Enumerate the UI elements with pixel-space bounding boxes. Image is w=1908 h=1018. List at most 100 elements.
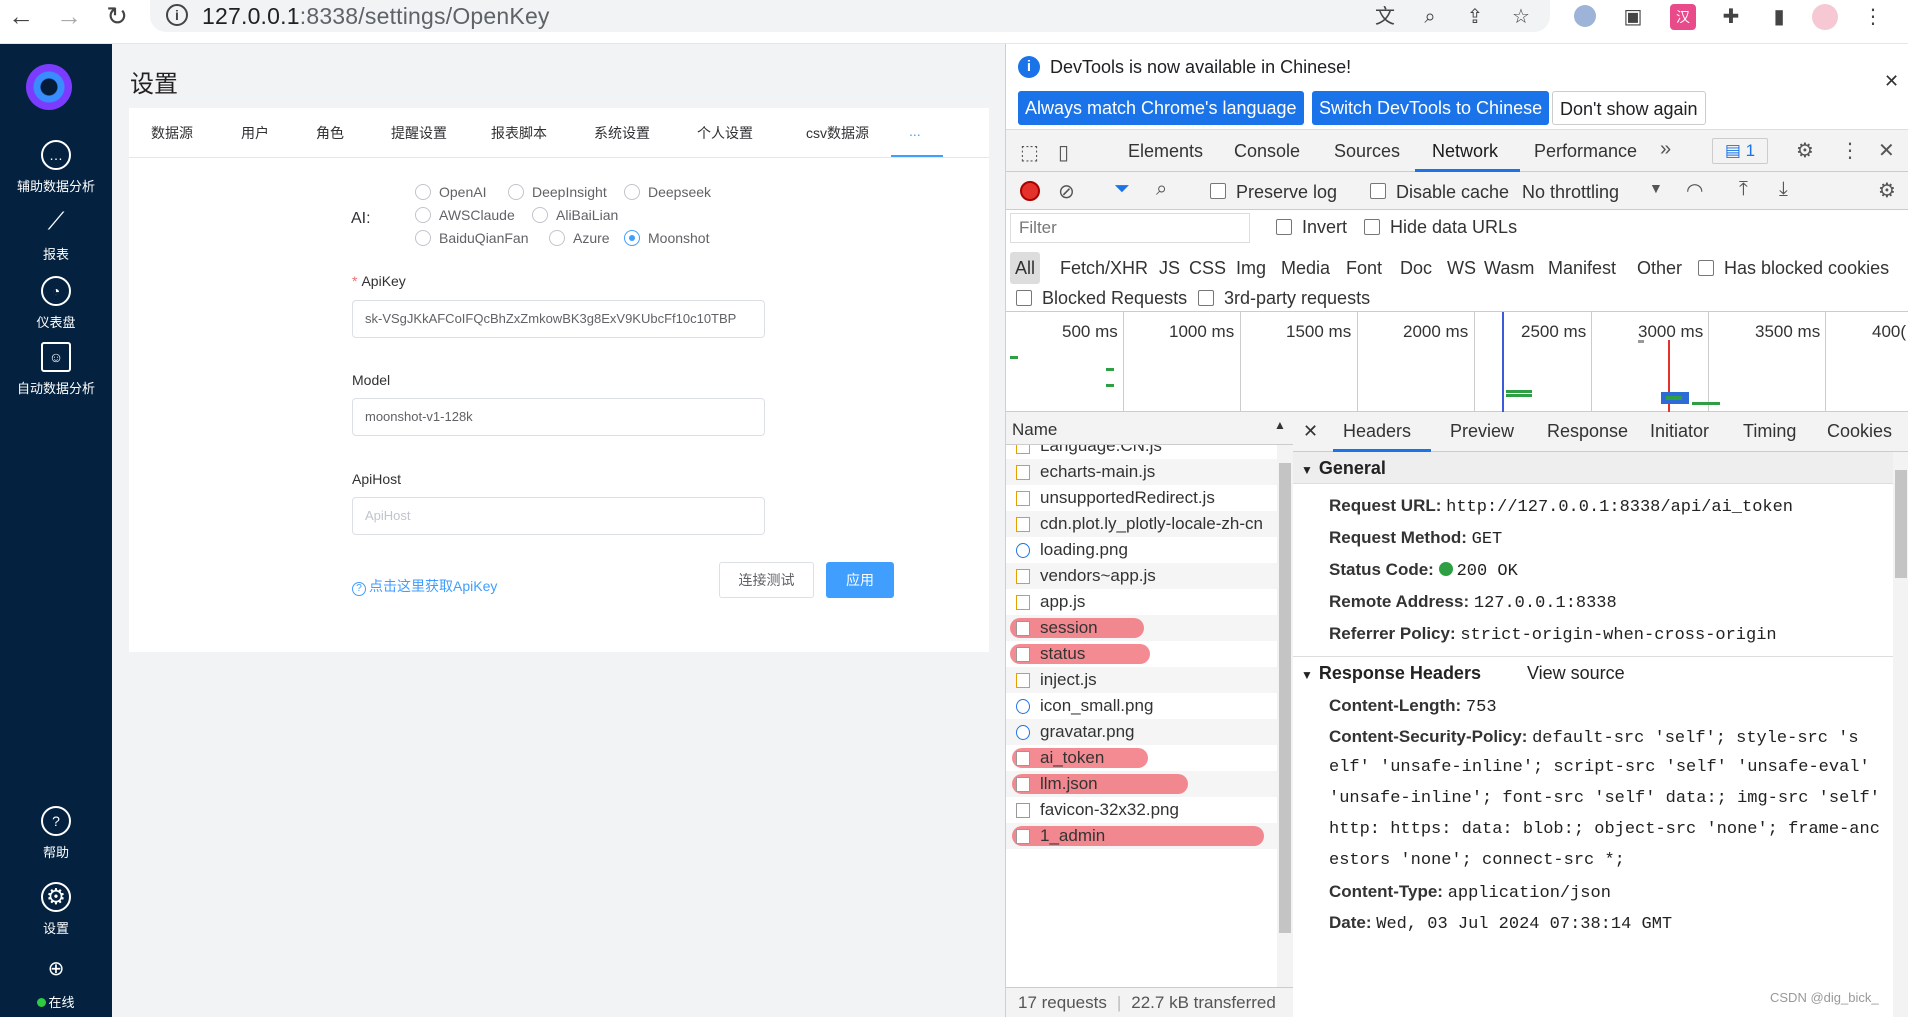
table-row[interactable]: ai_token bbox=[1006, 745, 1277, 771]
type-filter-img[interactable]: Img bbox=[1236, 258, 1266, 279]
get-apikey-link[interactable]: ? 点击这里获取ApiKey bbox=[352, 576, 497, 596]
type-filter-wasm[interactable]: Wasm bbox=[1484, 258, 1534, 279]
tab-search-icon[interactable]: ▣ bbox=[1620, 4, 1646, 30]
record-icon[interactable] bbox=[1020, 181, 1040, 201]
tab-timing[interactable]: Timing bbox=[1743, 421, 1796, 442]
sidebar-item-reports[interactable]: ⟋ 报表 bbox=[0, 208, 112, 263]
request-list-scrollbar[interactable] bbox=[1277, 445, 1293, 987]
gear-icon[interactable]: ⚙ bbox=[1796, 138, 1814, 163]
view-source-link[interactable]: View source bbox=[1527, 663, 1625, 683]
more-vert-icon[interactable]: ⋮ bbox=[1840, 138, 1860, 163]
device-toolbar-icon[interactable]: ▯ bbox=[1058, 140, 1069, 165]
tab-response[interactable]: Response bbox=[1547, 421, 1628, 442]
share-icon[interactable]: ⇪ bbox=[1462, 4, 1488, 30]
connection-test-button[interactable]: 连接测试 bbox=[719, 562, 814, 598]
table-row[interactable]: icon_small.png bbox=[1006, 693, 1277, 719]
inspect-element-icon[interactable]: ⬚ bbox=[1020, 140, 1039, 165]
tab-datasource[interactable]: 数据源 bbox=[151, 123, 193, 143]
sidebar-item-help[interactable]: ? 帮助 bbox=[0, 806, 112, 861]
export-har-icon[interactable]: ⤓ bbox=[1779, 178, 1788, 201]
profile-avatar-icon[interactable] bbox=[1812, 4, 1838, 30]
type-filter-font[interactable]: Font bbox=[1346, 258, 1382, 279]
clear-icon[interactable]: ⊘ bbox=[1058, 179, 1075, 204]
extensions-puzzle-icon[interactable]: ✚ bbox=[1718, 4, 1744, 30]
detail-scrollbar[interactable] bbox=[1893, 452, 1908, 1017]
more-tabs-icon[interactable]: » bbox=[1660, 138, 1671, 161]
chevron-down-icon[interactable]: ▼ bbox=[1649, 180, 1663, 196]
tab-report-scripts[interactable]: 报表脚本 bbox=[491, 123, 547, 143]
radio-azure[interactable]: Azure bbox=[549, 229, 610, 247]
general-section-header[interactable]: ▼ General bbox=[1293, 452, 1893, 484]
table-row[interactable]: vendors~app.js bbox=[1006, 563, 1277, 589]
type-filter-doc[interactable]: Doc bbox=[1400, 258, 1432, 279]
address-bar[interactable]: i 127.0.0.1:8338/settings/OpenKey 文 ⌕ ⇪ … bbox=[150, 0, 1550, 32]
translate-extension-icon[interactable]: 汉 bbox=[1670, 4, 1696, 30]
tab-sources[interactable]: Sources bbox=[1334, 141, 1400, 162]
model-input[interactable]: moonshot-v1-128k bbox=[352, 398, 765, 436]
tab-more[interactable]: ... bbox=[909, 123, 921, 139]
response-headers-section-header[interactable]: ▼ Response Headers View source bbox=[1293, 656, 1893, 688]
type-filter-other[interactable]: Other bbox=[1637, 258, 1682, 279]
radio-baiduqianfan[interactable]: BaiduQianFan bbox=[415, 229, 529, 247]
network-conditions-icon[interactable]: ◠ bbox=[1686, 178, 1703, 203]
table-row[interactable]: session bbox=[1006, 615, 1277, 641]
sidebar-item-dashboard[interactable]: ◔ 仪表盘 bbox=[0, 276, 112, 331]
site-info-icon[interactable]: i bbox=[166, 4, 188, 26]
tab-console[interactable]: Console bbox=[1234, 141, 1300, 162]
tab-roles[interactable]: 角色 bbox=[316, 123, 344, 143]
table-row[interactable]: loading.png bbox=[1006, 537, 1277, 563]
table-row[interactable]: inject.js bbox=[1006, 667, 1277, 693]
apihost-input[interactable]: ApiHost bbox=[352, 497, 765, 535]
tab-users[interactable]: 用户 bbox=[241, 123, 269, 143]
switch-chinese-button[interactable]: Switch DevTools to Chinese bbox=[1312, 91, 1550, 125]
blocked-requests-checkbox[interactable] bbox=[1016, 290, 1032, 306]
table-row[interactable]: cdn.plot.ly_plotly-locale-zh-cn bbox=[1006, 511, 1277, 537]
table-row[interactable]: unsupportedRedirect.js bbox=[1006, 485, 1277, 511]
has-blocked-cookies-checkbox[interactable] bbox=[1698, 260, 1714, 276]
type-filter-manifest[interactable]: Manifest bbox=[1548, 258, 1616, 279]
bookmark-star-icon[interactable]: ☆ bbox=[1508, 4, 1534, 30]
table-row[interactable]: echarts-main.js bbox=[1006, 459, 1277, 485]
issues-badge[interactable]: ▤ 1 bbox=[1712, 138, 1768, 164]
radio-alibailian[interactable]: AliBaiLian bbox=[532, 206, 618, 224]
more-vert-icon[interactable]: ⋮ bbox=[1860, 4, 1886, 30]
radio-openai[interactable]: OpenAI bbox=[415, 183, 486, 201]
type-filter-media[interactable]: Media bbox=[1281, 258, 1330, 279]
table-row[interactable]: status bbox=[1006, 641, 1277, 667]
tab-headers[interactable]: Headers bbox=[1343, 421, 1411, 442]
hide-data-urls-checkbox[interactable] bbox=[1364, 219, 1380, 235]
tab-elements[interactable]: Elements bbox=[1128, 141, 1203, 162]
throttling-select[interactable]: No throttling bbox=[1522, 182, 1619, 203]
apikey-input[interactable]: sk-VSgJKkAFCoIFQcBhZxZmkowBK3g8ExV9KUbcF… bbox=[352, 300, 765, 338]
type-filter-ws[interactable]: WS bbox=[1447, 258, 1476, 279]
tab-performance[interactable]: Performance bbox=[1534, 141, 1637, 162]
close-detail-icon[interactable]: ✕ bbox=[1303, 421, 1318, 442]
invert-checkbox[interactable] bbox=[1276, 219, 1292, 235]
extension-circle-icon[interactable] bbox=[1574, 5, 1596, 27]
table-row[interactable]: app.js bbox=[1006, 589, 1277, 615]
import-har-icon[interactable]: ⤒ bbox=[1739, 178, 1748, 201]
network-timeline[interactable]: 500 ms 1000 ms 1500 ms 2000 ms 2500 ms 3… bbox=[1006, 312, 1908, 412]
tab-system-settings[interactable]: 系统设置 bbox=[594, 123, 650, 143]
type-filter-js[interactable]: JS bbox=[1159, 258, 1180, 279]
preserve-log-checkbox[interactable] bbox=[1210, 183, 1226, 199]
zoom-icon[interactable]: ⌕ bbox=[1417, 4, 1443, 30]
close-icon[interactable]: ✕ bbox=[1884, 71, 1899, 92]
apply-button[interactable]: 应用 bbox=[826, 562, 894, 598]
radio-moonshot[interactable]: Moonshot bbox=[624, 229, 709, 247]
table-row[interactable]: 1_admin bbox=[1006, 823, 1277, 849]
table-row[interactable]: gravatar.png bbox=[1006, 719, 1277, 745]
type-filter-css[interactable]: CSS bbox=[1189, 258, 1226, 279]
filter-input[interactable]: Filter bbox=[1010, 213, 1250, 243]
radio-deepseek[interactable]: Deepseek bbox=[624, 183, 711, 201]
tab-csv-datasource[interactable]: csv数据源 bbox=[806, 123, 869, 143]
reload-icon[interactable]: ↻ bbox=[100, 0, 134, 32]
sidebar-item-settings[interactable]: ⚙ 设置 bbox=[0, 882, 112, 937]
back-arrow-icon[interactable]: ← bbox=[4, 0, 38, 32]
radio-awsclaude[interactable]: AWSClaude bbox=[415, 206, 515, 224]
filter-icon[interactable]: ⏷ bbox=[1114, 178, 1130, 201]
sidebar-item-auto-analysis[interactable]: ☺ 自动数据分析 bbox=[0, 342, 112, 397]
sidebar-item-assist-analysis[interactable]: … 辅助数据分析 bbox=[0, 140, 112, 195]
url-text[interactable]: 127.0.0.1:8338/settings/OpenKey bbox=[202, 3, 550, 30]
tab-initiator[interactable]: Initiator bbox=[1650, 421, 1709, 442]
